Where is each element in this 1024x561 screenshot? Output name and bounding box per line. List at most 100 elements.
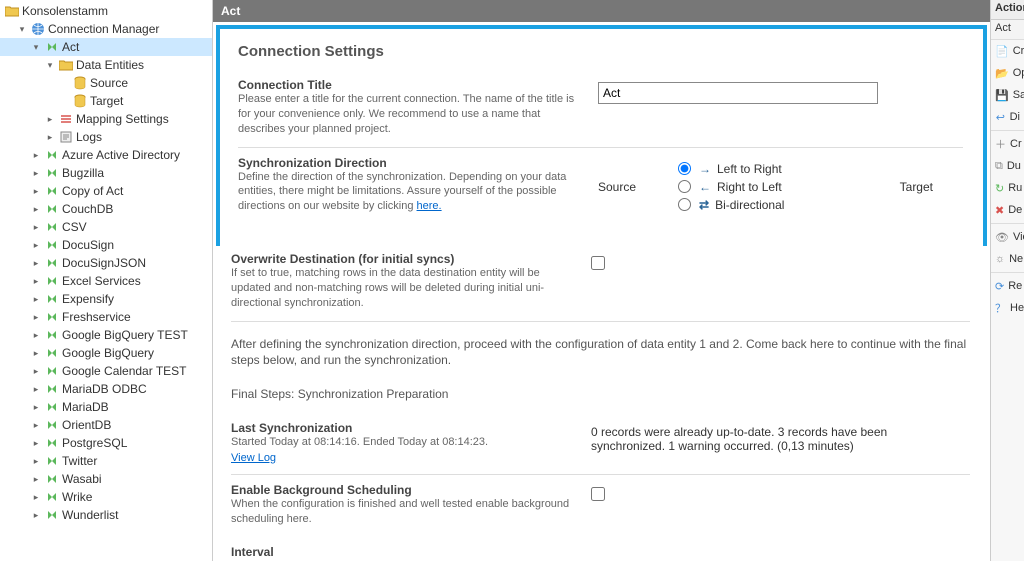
expand-icon[interactable]: ▸ (30, 293, 42, 305)
tree-connection[interactable]: ▸DocuSign (0, 236, 212, 254)
tree-connection[interactable]: ▸Copy of Act (0, 182, 212, 200)
expand-icon[interactable]: ▸ (30, 167, 42, 179)
tree-mapping[interactable]: ▸ Mapping Settings (0, 110, 212, 128)
action-item[interactable]: ↩Di (991, 106, 1024, 128)
expand-icon[interactable]: ▸ (30, 473, 42, 485)
tree-target[interactable]: Target (0, 92, 212, 110)
expand-icon[interactable]: ▸ (30, 365, 42, 377)
tree-label: DocuSignJSON (62, 256, 146, 270)
expand-icon[interactable]: ▾ (44, 59, 56, 71)
tree-connection[interactable]: ▸Google Calendar TEST (0, 362, 212, 380)
final-steps-text: Final Steps: Synchronization Preparation (231, 387, 970, 401)
action-item[interactable]: 📂Op (991, 62, 1024, 84)
tree-connection[interactable]: ▸Azure Active Directory (0, 146, 212, 164)
tree-connection[interactable]: ▸Twitter (0, 452, 212, 470)
action-label: Cr (1010, 138, 1022, 150)
tree-connection[interactable]: ▸ Bugzilla (0, 164, 212, 182)
action-item[interactable]: ⟳Re (991, 275, 1024, 297)
plug-icon (44, 489, 60, 505)
tree-logs[interactable]: ▸ Logs (0, 128, 212, 146)
tree-connection[interactable]: ▸CouchDB (0, 200, 212, 218)
action-icon: ⟳ (995, 278, 1004, 294)
expand-icon[interactable]: ▸ (44, 113, 56, 125)
expand-icon[interactable]: ▾ (16, 23, 28, 35)
bg-schedule-checkbox[interactable] (591, 487, 605, 501)
center-panel: Act Connection Settings Connection Title… (213, 0, 990, 561)
tree-connection[interactable]: ▸Wrike (0, 488, 212, 506)
tree-label: Wunderlist (62, 508, 118, 522)
expand-icon[interactable]: ▾ (30, 41, 42, 53)
action-item[interactable]: ☼Ne (991, 248, 1024, 270)
expand-icon[interactable]: ▸ (30, 257, 42, 269)
radio-bidi[interactable]: ⇄Bi-directional (678, 198, 784, 212)
action-label: Sa (1013, 89, 1024, 101)
arrow-left-icon: ← (699, 180, 711, 194)
row-bg-schedule: Enable Background Scheduling When the co… (231, 483, 970, 537)
tree-source[interactable]: Source (0, 74, 212, 92)
tree-connection[interactable]: ▸MariaDB (0, 398, 212, 416)
tree-label: Connection Manager (48, 22, 159, 36)
tree-label: PostgreSQL (62, 436, 127, 450)
action-item[interactable]: ↻Ru (991, 177, 1024, 199)
action-item[interactable]: 💾Sa (991, 84, 1024, 106)
radio-ltr[interactable]: →Left to Right (678, 162, 784, 176)
action-item[interactable]: ？He (991, 297, 1024, 319)
action-icon: ✖ (995, 202, 1004, 218)
expand-icon[interactable]: ▸ (30, 239, 42, 251)
radio-rtl-input[interactable] (678, 180, 691, 193)
tree-connection[interactable]: ▸Google BigQuery TEST (0, 326, 212, 344)
tree-label: Target (90, 94, 123, 108)
expand-icon[interactable]: ▸ (30, 509, 42, 521)
expand-icon[interactable]: ▸ (30, 419, 42, 431)
expand-icon[interactable]: ▸ (30, 437, 42, 449)
tree-label: MariaDB ODBC (62, 382, 147, 396)
action-item[interactable]: 📄Cr (991, 40, 1024, 62)
radio-bidi-input[interactable] (678, 198, 691, 211)
expand-icon[interactable]: ▸ (30, 275, 42, 287)
action-item[interactable]: 👁Vie (991, 226, 1024, 248)
tree-connection[interactable]: ▸OrientDB (0, 416, 212, 434)
tree-manager[interactable]: ▾ Connection Manager (0, 20, 212, 38)
tree-connection[interactable]: ▸ PostgreSQL (0, 434, 212, 452)
overwrite-checkbox[interactable] (591, 256, 605, 270)
tree-connection[interactable]: ▸CSV (0, 218, 212, 236)
expand-icon[interactable]: ▸ (30, 455, 42, 467)
expand-icon[interactable]: ▸ (30, 347, 42, 359)
expand-icon[interactable]: ▸ (30, 401, 42, 413)
setting-title: Overwrite Destination (for initial syncs… (231, 252, 571, 266)
tree-act[interactable]: ▾ Act (0, 38, 212, 56)
tree-data-entities[interactable]: ▾ Data Entities (0, 56, 212, 74)
tree-connection[interactable]: ▸ DocuSignJSON (0, 254, 212, 272)
expand-icon[interactable]: ▸ (30, 185, 42, 197)
action-item[interactable]: ✖De (991, 199, 1024, 221)
radio-rtl[interactable]: ←Right to Left (678, 180, 784, 194)
expand-icon[interactable]: ▸ (30, 149, 42, 161)
here-link[interactable]: here. (417, 200, 442, 212)
tree-root[interactable]: Konsolenstamm (0, 2, 212, 20)
tree-label: Bugzilla (62, 166, 104, 180)
expand-icon[interactable]: ▸ (30, 329, 42, 341)
tree-connection[interactable]: ▸Expensify (0, 290, 212, 308)
expand-icon[interactable]: ▸ (30, 383, 42, 395)
view-log-link[interactable]: View Log (231, 452, 276, 464)
tree-connection[interactable]: ▸ MariaDB ODBC (0, 380, 212, 398)
tree-connection[interactable]: ▸Freshservice (0, 308, 212, 326)
expand-icon[interactable]: ▸ (30, 491, 42, 503)
action-label: Cr (1013, 45, 1024, 57)
action-item[interactable]: ＋Cr (991, 133, 1024, 155)
expand-icon[interactable]: ▸ (30, 311, 42, 323)
tree-connection[interactable]: ▸Wasabi (0, 470, 212, 488)
titlebar-text: Act (221, 4, 240, 18)
tree-connection[interactable]: ▸Excel Services (0, 272, 212, 290)
expand-icon[interactable]: ▸ (44, 131, 56, 143)
setting-desc: When the configuration is finished and w… (231, 497, 571, 527)
plug-icon (44, 255, 60, 271)
radio-ltr-input[interactable] (678, 162, 691, 175)
expand-icon[interactable]: ▸ (30, 203, 42, 215)
tree-connection[interactable]: ▸Google BigQuery (0, 344, 212, 362)
connection-title-input[interactable] (598, 82, 878, 104)
tree-label: Konsolenstamm (22, 4, 108, 18)
action-item[interactable]: ⧉Du (991, 155, 1024, 177)
expand-icon[interactable]: ▸ (30, 221, 42, 233)
tree-connection[interactable]: ▸ Wunderlist (0, 506, 212, 524)
